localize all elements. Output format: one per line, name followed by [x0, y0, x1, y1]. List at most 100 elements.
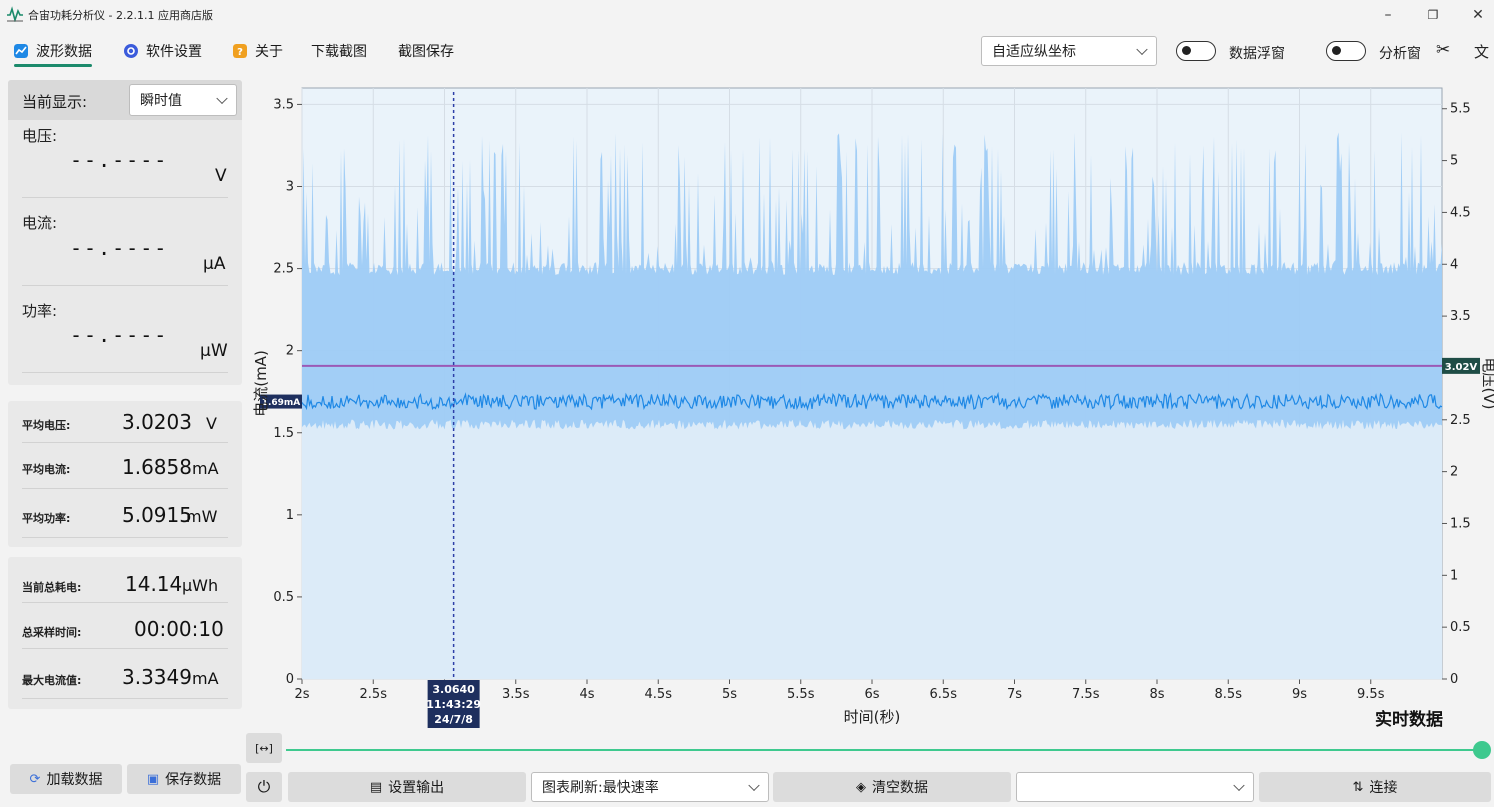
- y-tick-label-right: 0.5: [1450, 620, 1471, 635]
- chevron-down-icon: [216, 92, 228, 105]
- y-tick-label-right: 4.5: [1450, 205, 1471, 220]
- translate-icon[interactable]: 文: [1474, 41, 1489, 62]
- serial-port-select[interactable]: [1016, 772, 1254, 802]
- avg-current-label: 平均电流:: [22, 463, 71, 476]
- minimize-button[interactable]: –: [1368, 4, 1408, 26]
- y-tick-label-right: 2.5: [1450, 413, 1471, 428]
- y-tick-label-right: 1: [1450, 568, 1458, 583]
- tab-settings[interactable]: 软件设置: [124, 40, 202, 62]
- power-icon: ⏻: [257, 777, 271, 796]
- maximize-button[interactable]: ❐: [1413, 4, 1453, 26]
- close-button[interactable]: ✕: [1458, 4, 1494, 26]
- load-data-button[interactable]: ⟳ 加载数据: [10, 764, 122, 794]
- x-tick-label: 9.5s: [1357, 687, 1385, 702]
- avg-voltage-unit: V: [206, 414, 217, 433]
- avg-power-unit: mW: [186, 507, 218, 526]
- divider: [22, 372, 228, 373]
- divider: [22, 488, 228, 489]
- tab-waveform-label: 波形数据: [36, 44, 92, 60]
- load-data-label: 加载数据: [46, 772, 103, 788]
- clear-data-button[interactable]: ◈ 清空数据: [773, 772, 1011, 802]
- avg-current-unit: mA: [192, 459, 219, 478]
- avg-voltage-label: 平均电压:: [22, 419, 71, 432]
- y-tick-label-right: 1.5: [1450, 516, 1471, 531]
- voltage-label: 电压:: [22, 127, 58, 145]
- x-tick-label: 2s: [294, 687, 309, 702]
- divider: [22, 698, 228, 699]
- x-axis-title: 时间(秒): [844, 708, 901, 726]
- y-axis-title-right: 电压(V): [1480, 358, 1494, 410]
- x-tick-label: 6s: [864, 687, 879, 702]
- cursor-label-text: 24/7/8: [434, 713, 473, 726]
- analysis-window-toggle[interactable]: [1326, 41, 1366, 61]
- help-icon: ?: [233, 44, 247, 58]
- save-data-label: 保存数据: [165, 772, 222, 788]
- scissor-icon[interactable]: ✂: [1436, 40, 1450, 60]
- fit-view-button[interactable]: [↔]: [246, 733, 282, 763]
- cursor-label-text: 3.0640: [432, 683, 475, 696]
- load-icon: ⟳: [29, 771, 41, 787]
- y-tick-label-right: 0: [1450, 672, 1458, 687]
- y-tick-label-right: 2: [1450, 465, 1458, 480]
- voltage-value-marker-text: 3.02V: [1445, 362, 1478, 373]
- y-tick-label-left: 3: [286, 180, 294, 195]
- x-tick-label: 3.5s: [502, 687, 530, 702]
- app-logo-icon: [7, 6, 23, 22]
- y-tick-label-left: 0: [286, 672, 294, 687]
- current-display-header: 当前显示: 瞬时值: [8, 80, 242, 120]
- toggle-knob: [1332, 46, 1341, 55]
- axis-mode-select[interactable]: 自适应纵坐标: [981, 36, 1157, 66]
- y-tick-label-left: 3.5: [273, 97, 294, 112]
- toggle-knob: [1182, 46, 1191, 55]
- connect-button[interactable]: ⇅ 连接: [1259, 772, 1491, 802]
- setup-output-button[interactable]: ▤ 设置输出: [288, 772, 526, 802]
- download-screenshot-button[interactable]: 下载截图: [311, 40, 367, 62]
- tab-waveform[interactable]: 波形数据: [14, 40, 92, 62]
- waveform-chart[interactable]: 2s2.5s3s3.5s4s4.5s5s5.5s6s6.5s7s7.5s8s8.…: [244, 78, 1494, 732]
- save-data-button[interactable]: ▣ 保存数据: [127, 764, 241, 794]
- current-base-fill: [302, 419, 1442, 679]
- fit-width-icon: [↔]: [255, 741, 273, 755]
- plug-icon: ⇅: [1352, 779, 1364, 795]
- screenshot-save-button[interactable]: 截图保存: [398, 40, 454, 62]
- divider: [22, 285, 228, 286]
- voltage-unit: V: [215, 166, 227, 186]
- y-tick-label-right: 3.5: [1450, 309, 1471, 324]
- eraser-icon: ◈: [856, 779, 866, 795]
- y-tick-label-left: 0.5: [273, 590, 294, 605]
- current-unit: μA: [203, 254, 226, 274]
- x-tick-label: 4s: [579, 687, 594, 702]
- cursor-label-text: 11:43:29: [426, 698, 481, 711]
- avg-power-label: 平均功率:: [22, 512, 71, 525]
- tab-settings-label: 软件设置: [146, 44, 202, 60]
- gear-icon: [124, 44, 138, 58]
- divider: [22, 442, 228, 443]
- divider: [22, 537, 228, 538]
- window-title: 合宙功耗分析仪 - 2.2.1.1 应用商店版: [28, 9, 213, 22]
- refresh-rate-select[interactable]: 图表刷新:最快速率: [531, 772, 769, 802]
- power-label: 功率:: [22, 302, 58, 320]
- display-mode-select[interactable]: 瞬时值: [129, 84, 237, 116]
- current-label: 电流:: [22, 214, 58, 232]
- chevron-down-icon: [748, 779, 760, 792]
- avg-current-value: 1.6858: [122, 455, 192, 479]
- avg-voltage-value: 3.0203: [122, 410, 192, 434]
- avg-power-value: 5.0915: [122, 503, 192, 527]
- y-tick-label-left: 2: [286, 344, 294, 359]
- timeline-slider-handle[interactable]: [1473, 741, 1491, 759]
- data-float-label: 数据浮窗: [1229, 46, 1285, 62]
- refresh-rate-value: 图表刷新:最快速率: [542, 780, 659, 796]
- download-screenshot-label: 下载截图: [311, 44, 367, 60]
- tab-about[interactable]: ? 关于: [233, 40, 283, 62]
- sample-time-label: 总采样时间:: [22, 626, 82, 639]
- analysis-window-label: 分析窗: [1379, 46, 1421, 62]
- divider: [22, 602, 228, 603]
- power-button[interactable]: ⏻: [246, 772, 282, 802]
- data-float-toggle[interactable]: [1176, 41, 1216, 61]
- save-icon: ▣: [146, 771, 160, 787]
- chevron-down-icon: [1233, 779, 1245, 792]
- timeline-slider-track[interactable]: [286, 749, 1482, 751]
- energy-unit: μWh: [182, 576, 219, 595]
- energy-value: 14.14: [125, 572, 183, 596]
- y-tick-label-left: 1: [286, 508, 294, 523]
